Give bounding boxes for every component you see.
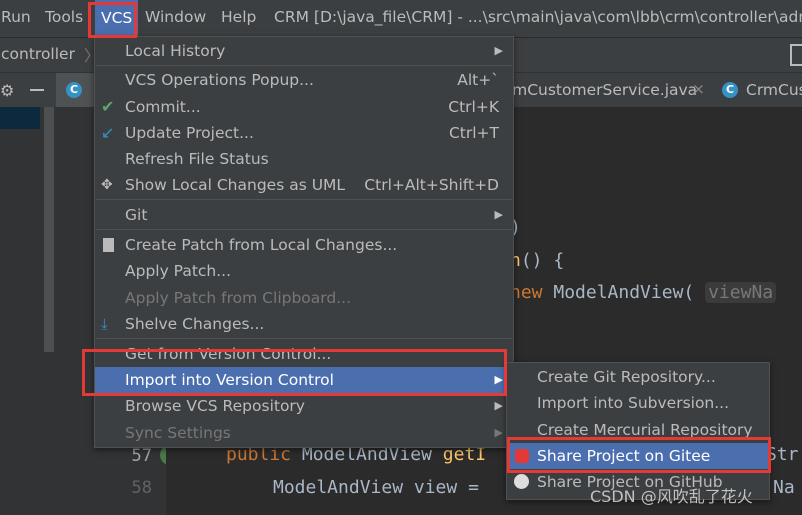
breadcrumb[interactable]: controller bbox=[1, 45, 75, 63]
highlight-import-item bbox=[82, 349, 507, 396]
highlight-gitee-item bbox=[507, 437, 771, 473]
collapse-icon[interactable] bbox=[30, 89, 44, 91]
code-line-58: ModelAndView view = bbox=[273, 477, 479, 498]
tab-active[interactable]: C bbox=[56, 73, 96, 108]
code-text: () { bbox=[520, 250, 565, 271]
menu-item-shelve-changes[interactable]: ⤓ Shelve Changes... bbox=[95, 311, 513, 337]
menu-item-show-local-changes-uml[interactable]: ✥ Show Local Changes as UML Ctrl+Alt+Shift… bbox=[95, 172, 513, 198]
watermark: CSDN @风吹乱了花火 bbox=[590, 487, 753, 506]
selected-tree-row[interactable] bbox=[0, 107, 40, 129]
menu-item-sync-settings: Sync Settings ▶ bbox=[95, 420, 513, 446]
project-panel bbox=[0, 107, 56, 515]
gear-icon[interactable]: ⚙ bbox=[0, 81, 14, 100]
menu-help[interactable]: Help bbox=[221, 8, 256, 26]
shelve-icon: ⤓ bbox=[101, 315, 108, 333]
menu-item-vcs-operations-popup[interactable]: VCS Operations Popup... Alt+` bbox=[95, 67, 513, 93]
menu-window[interactable]: Window bbox=[145, 8, 206, 26]
menu-item-create-patch[interactable]: Create Patch from Local Changes... bbox=[95, 232, 513, 258]
close-icon[interactable]: × bbox=[692, 80, 705, 98]
patch-icon bbox=[103, 238, 114, 252]
code-line-51: n() { bbox=[510, 250, 564, 271]
check-icon: ✔ bbox=[101, 97, 115, 116]
import-vcs-submenu: Create Git Repository... Import into Sub… bbox=[506, 362, 770, 500]
github-icon bbox=[514, 474, 529, 489]
menu-item-apply-patch-clipboard: Apply Patch from Clipboard... bbox=[125, 289, 351, 307]
submenu-arrow-icon: ▶ bbox=[494, 399, 503, 412]
menu-tools[interactable]: Tools bbox=[45, 8, 83, 26]
scrollbar[interactable] bbox=[44, 107, 54, 352]
update-arrow-icon: ↙ bbox=[101, 123, 115, 142]
uml-icon: ✥ bbox=[101, 177, 113, 193]
menu-item-git[interactable]: Git ▶ bbox=[95, 202, 513, 228]
menu-separator bbox=[96, 229, 512, 230]
class-icon: C bbox=[66, 82, 82, 98]
code-text: ModelAndView( bbox=[553, 282, 695, 303]
menu-run[interactable]: Run bbox=[1, 8, 31, 26]
menu-separator bbox=[96, 65, 512, 66]
line-number: 58 bbox=[131, 478, 152, 498]
tab-crm-customer-service[interactable]: rmCustomerService.java bbox=[506, 81, 697, 99]
menu-item-refresh-file-status[interactable]: Refresh File Status bbox=[95, 146, 513, 172]
line-number: 57 bbox=[131, 446, 152, 466]
submenu-arrow-icon: ▶ bbox=[494, 208, 503, 221]
menu-item-local-history[interactable]: Local History ▶ bbox=[95, 38, 513, 64]
submenu-arrow-icon: ▶ bbox=[494, 44, 503, 57]
menu-item-update-project[interactable]: ↙ Update Project... Ctrl+T bbox=[95, 120, 513, 146]
parameter-hint: viewNa bbox=[705, 282, 777, 303]
keyword: new bbox=[510, 282, 543, 303]
window-title: CRM [D:\java_file\CRM] - ...\src\main\ja… bbox=[274, 8, 802, 26]
menu-item-import-into-subversion[interactable]: Import into Subversion... bbox=[507, 390, 769, 416]
class-icon: C bbox=[722, 82, 738, 98]
menu-separator bbox=[96, 199, 512, 200]
panel-icon[interactable] bbox=[790, 44, 802, 66]
menu-item-browse-vcs-repository[interactable]: Browse VCS Repository ▶ bbox=[95, 393, 513, 419]
code-line-52: new ModelAndView( viewNa bbox=[510, 282, 777, 303]
menu-item-commit[interactable]: ✔ Commit... Ctrl+K bbox=[95, 94, 513, 120]
menu-separator bbox=[96, 338, 512, 339]
menu-item-create-git-repository[interactable]: Create Git Repository... bbox=[507, 364, 769, 390]
tab-crm-cus[interactable]: CrmCus bbox=[746, 81, 802, 99]
highlight-vcs-menu bbox=[88, 2, 137, 38]
submenu-arrow-icon: ▶ bbox=[494, 426, 503, 439]
menu-item-apply-patch[interactable]: Apply Patch... bbox=[95, 258, 513, 284]
code-text: Na bbox=[773, 477, 795, 498]
